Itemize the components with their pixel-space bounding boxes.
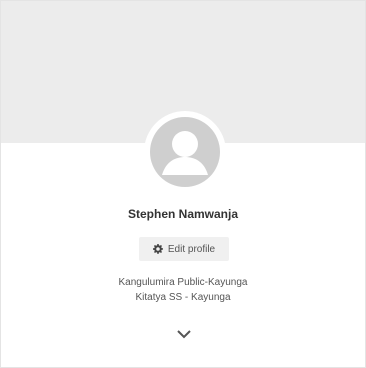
avatar <box>144 111 226 193</box>
profile-card: Stephen Namwanja Edit profile Kangulumir… <box>0 0 366 368</box>
edit-profile-label: Edit profile <box>167 243 216 255</box>
school-line-1: Kangulumira Public-Kayunga <box>118 277 248 288</box>
profile-name: Stephen Namwanja <box>127 207 239 221</box>
user-avatar-placeholder-icon <box>150 117 220 187</box>
school-line-2: Kitatya SS - Kayunga <box>135 292 231 303</box>
expand-button[interactable] <box>174 327 194 341</box>
chevron-down-icon <box>177 329 191 338</box>
gear-icon <box>152 244 163 254</box>
edit-profile-button[interactable]: Edit profile <box>139 237 229 261</box>
